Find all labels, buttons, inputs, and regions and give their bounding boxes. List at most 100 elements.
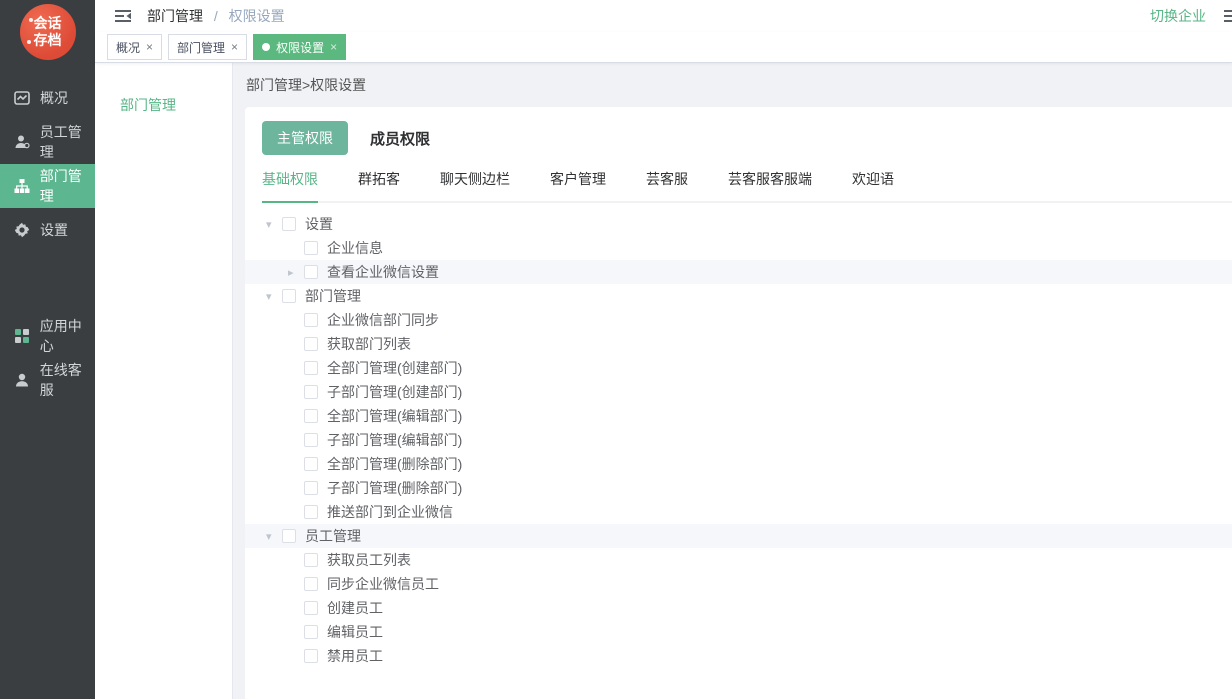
tree-node-label[interactable]: 子部门管理(创建部门) [327, 382, 462, 402]
breadcrumb-parent[interactable]: 部门管理 [147, 8, 203, 24]
tree-node-label[interactable]: 同步企业微信员工 [327, 574, 439, 594]
tree-row[interactable]: 设置 [245, 212, 1232, 236]
switch-company-link[interactable]: 切换企业 [1150, 6, 1206, 26]
tree-node-label[interactable]: 禁用员工 [327, 646, 383, 666]
checkbox[interactable] [304, 361, 318, 375]
tree-node-label[interactable]: 子部门管理(删除部门) [327, 478, 462, 498]
sidebar-item[interactable]: 在线客服 [0, 358, 95, 402]
tree-node-label[interactable]: 推送部门到企业微信 [327, 502, 453, 522]
permission-tab[interactable]: 芸客服 [626, 169, 708, 201]
tree-row[interactable]: 查看企业微信设置 [245, 260, 1232, 284]
checkbox[interactable] [304, 337, 318, 351]
tree-row[interactable]: 获取员工列表 [245, 548, 1232, 572]
checkbox[interactable] [304, 649, 318, 663]
user-menu-icon[interactable] [1222, 8, 1232, 24]
tree-node-label[interactable]: 查看企业微信设置 [327, 262, 439, 282]
tree-row[interactable]: 创建员工 [245, 596, 1232, 620]
tree-node-label[interactable]: 设置 [305, 214, 333, 234]
tree-node-label[interactable]: 全部门管理(创建部门) [327, 358, 462, 378]
checkbox[interactable] [282, 217, 296, 231]
tree-row[interactable]: 全部门管理(删除部门) [245, 452, 1232, 476]
tree-node-label[interactable]: 员工管理 [305, 526, 361, 546]
checkbox[interactable] [304, 481, 318, 495]
tag-view[interactable]: 概况 × [107, 34, 162, 60]
permission-tab[interactable]: 群拓客 [338, 169, 420, 201]
sidebar-item-label: 应用中心 [40, 316, 95, 356]
tree-node-label[interactable]: 获取部门列表 [327, 334, 411, 354]
secondary-sidebar-item-department[interactable]: 部门管理 [95, 87, 232, 123]
sidebar-item[interactable]: 应用中心 [0, 314, 95, 358]
tree-row[interactable]: 编辑员工 [245, 620, 1232, 644]
sidebar-nav: 概况 员工管理 [0, 76, 95, 402]
tree-row[interactable]: 全部门管理(创建部门) [245, 356, 1232, 380]
supervisor-permission-tab[interactable]: 主管权限 [262, 121, 348, 155]
permission-tree: 设置 企业信息 查看企业微信设置 [245, 212, 1232, 668]
checkbox[interactable] [304, 553, 318, 567]
close-icon[interactable]: × [146, 40, 153, 54]
caret-icon[interactable] [284, 266, 304, 279]
checkbox[interactable] [282, 529, 296, 543]
tag-view[interactable]: 部门管理 × [168, 34, 247, 60]
tree-row[interactable]: 同步企业微信员工 [245, 572, 1232, 596]
tree-node-label[interactable]: 获取员工列表 [327, 550, 411, 570]
tag-label: 部门管理 [177, 39, 225, 56]
sidebar-item[interactable]: 概况 [0, 76, 95, 120]
permission-tab[interactable]: 基础权限 [262, 169, 338, 201]
tree-row[interactable]: 员工管理 [245, 524, 1232, 548]
chart-icon [14, 90, 30, 106]
tree-node-label[interactable]: 编辑员工 [327, 622, 383, 642]
close-icon[interactable]: × [330, 40, 337, 54]
tree-node-label[interactable]: 全部门管理(删除部门) [327, 454, 462, 474]
checkbox[interactable] [304, 313, 318, 327]
page-breadcrumb: 部门管理>权限设置 [233, 63, 1232, 107]
checkbox[interactable] [304, 625, 318, 639]
topbar: 部门管理 / 权限设置 切换企业 [95, 0, 1232, 32]
tree-node-label[interactable]: 全部门管理(编辑部门) [327, 406, 462, 426]
tree-row[interactable]: 企业信息 [245, 236, 1232, 260]
logo-text-line2: 存档 [34, 32, 62, 49]
sidebar-item[interactable]: 部门管理 [0, 164, 95, 208]
member-permission-tab[interactable]: 成员权限 [370, 128, 430, 149]
tree-row[interactable]: 推送部门到企业微信 [245, 500, 1232, 524]
tree-node-label[interactable]: 创建员工 [327, 598, 383, 618]
tree-row[interactable]: 子部门管理(编辑部门) [245, 428, 1232, 452]
employee-icon [14, 134, 30, 150]
sidebar-item-label: 部门管理 [40, 166, 95, 206]
checkbox[interactable] [304, 241, 318, 255]
checkbox[interactable] [304, 433, 318, 447]
close-icon[interactable]: × [231, 40, 238, 54]
permission-tab[interactable]: 客户管理 [530, 169, 626, 201]
checkbox[interactable] [304, 577, 318, 591]
tree-row[interactable]: 子部门管理(创建部门) [245, 380, 1232, 404]
tree-node-label[interactable]: 企业信息 [327, 238, 383, 258]
tree-row[interactable]: 全部门管理(编辑部门) [245, 404, 1232, 428]
checkbox[interactable] [304, 265, 318, 279]
permission-tab[interactable]: 欢迎语 [832, 169, 914, 201]
tree-row[interactable]: 企业微信部门同步 [245, 308, 1232, 332]
tree-node-label[interactable]: 部门管理 [305, 286, 361, 306]
caret-icon[interactable] [262, 530, 282, 543]
tree-row[interactable]: 禁用员工 [245, 644, 1232, 668]
tree-row[interactable]: 部门管理 [245, 284, 1232, 308]
permission-tab[interactable]: 芸客服客服端 [708, 169, 832, 201]
sidebar-item-label: 在线客服 [40, 360, 95, 400]
tree-node-label[interactable]: 企业微信部门同步 [327, 310, 439, 330]
caret-icon[interactable] [262, 218, 282, 231]
tag-view[interactable]: 权限设置 × [253, 34, 346, 60]
caret-icon[interactable] [262, 290, 282, 303]
checkbox[interactable] [304, 385, 318, 399]
tag-label: 权限设置 [276, 39, 324, 56]
sidebar-item[interactable]: 设置 [0, 208, 95, 252]
checkbox[interactable] [304, 505, 318, 519]
sidebar-item[interactable]: 员工管理 [0, 120, 95, 164]
checkbox[interactable] [304, 601, 318, 615]
checkbox[interactable] [304, 409, 318, 423]
tree-row[interactable]: 子部门管理(删除部门) [245, 476, 1232, 500]
sidebar-fold-icon[interactable] [113, 6, 133, 26]
checkbox[interactable] [282, 289, 296, 303]
permission-tab[interactable]: 聊天侧边栏 [420, 169, 530, 201]
tree-row[interactable]: 获取部门列表 [245, 332, 1232, 356]
tree-node-label[interactable]: 子部门管理(编辑部门) [327, 430, 462, 450]
breadcrumb-current: 权限设置 [229, 8, 285, 24]
checkbox[interactable] [304, 457, 318, 471]
